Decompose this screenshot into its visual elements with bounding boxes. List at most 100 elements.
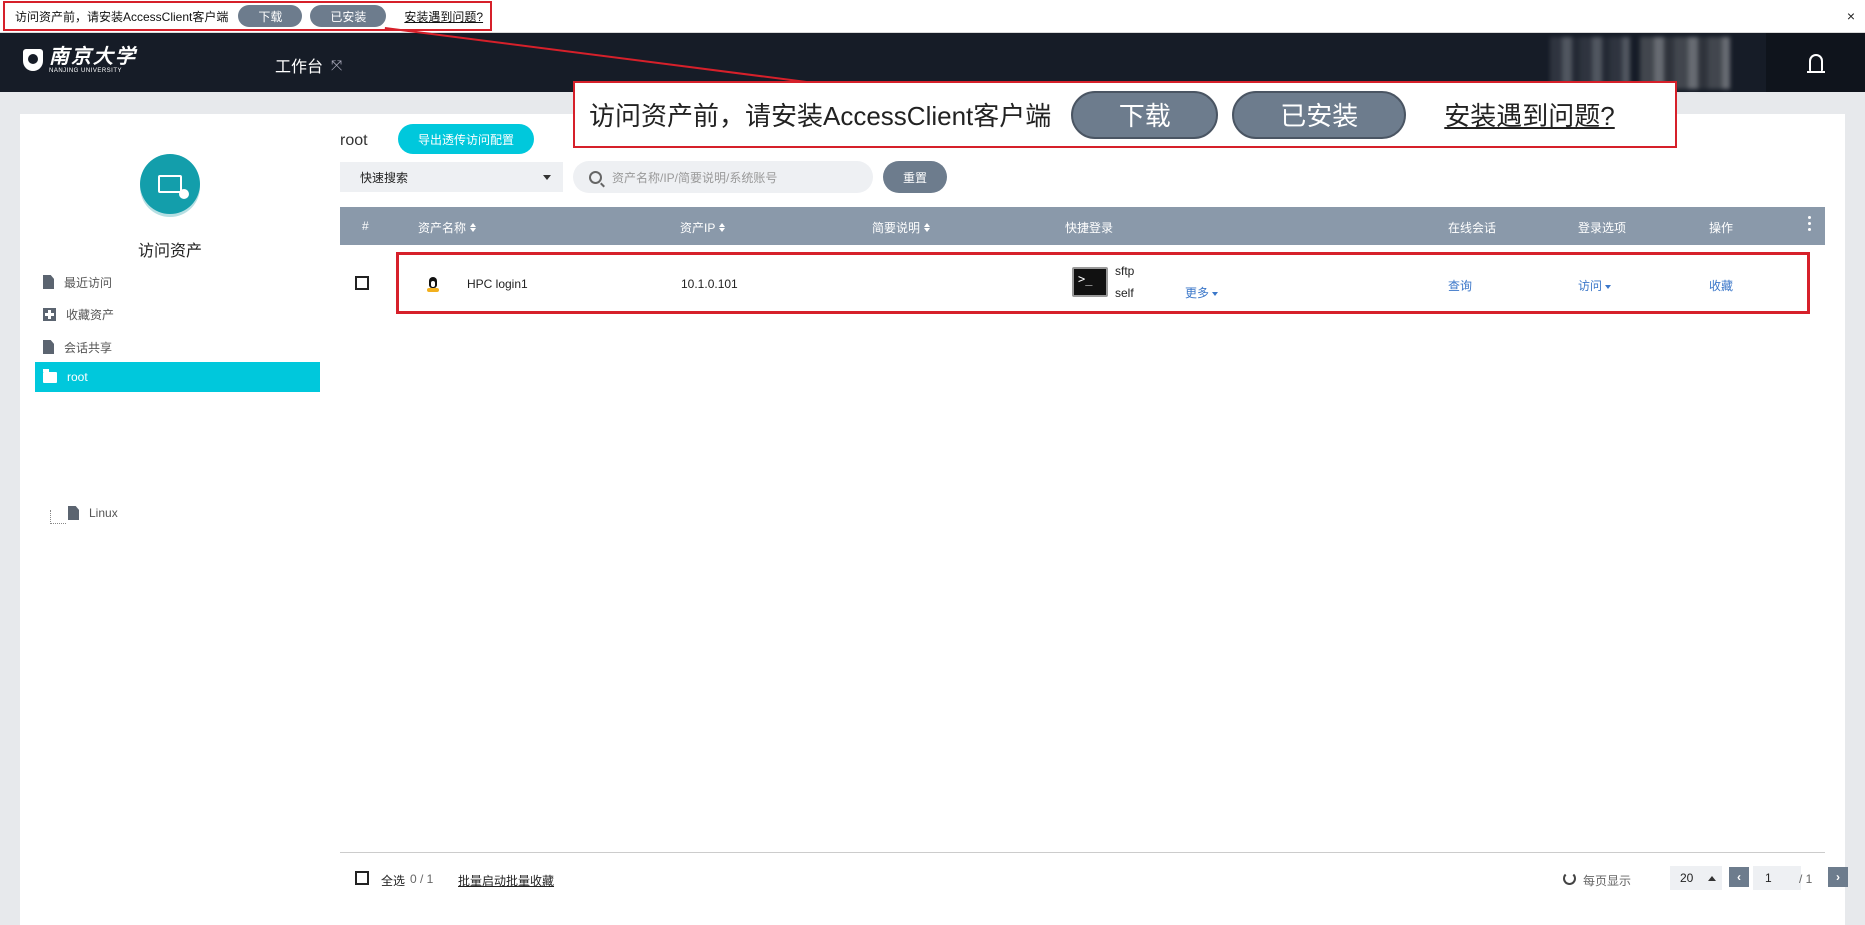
column-name-label: 资产名称 [418, 221, 467, 235]
more-dropdown[interactable]: 更多 [1185, 284, 1219, 301]
notification-button[interactable] [1766, 33, 1865, 92]
installed-button[interactable]: 已安装 [310, 5, 387, 27]
next-page-button[interactable]: › [1828, 867, 1848, 887]
more-label: 更多 [1185, 286, 1210, 300]
column-login-option: 登录选项 [1578, 221, 1627, 235]
per-page-label: 每页显示 [1583, 874, 1632, 888]
asset-name[interactable]: HPC login1 [467, 277, 528, 291]
query-session-link[interactable]: 查询 [1448, 277, 1472, 294]
monitor-icon [158, 175, 189, 199]
refresh-icon[interactable] [1563, 872, 1576, 885]
search-mode-select[interactable]: 快速搜索 [340, 162, 563, 192]
prev-page-button[interactable]: ‹ [1729, 867, 1749, 887]
reset-button[interactable]: 重置 [883, 161, 947, 193]
batch-start-link[interactable]: 批量启动 [458, 872, 506, 889]
more-vertical-icon[interactable] [1808, 216, 1811, 231]
page-size-select[interactable]: 20 [1670, 866, 1722, 890]
column-action: 操作 [1709, 221, 1734, 235]
access-dropdown[interactable]: 访问 [1578, 277, 1612, 294]
sidebar-item-label: 收藏资产 [66, 307, 115, 322]
callout-notice-text: 访问资产前，请安装AccessClient客户端 [589, 101, 1052, 131]
column-quick-login: 快捷登录 [1065, 221, 1114, 235]
select-all-label[interactable]: 全选 [381, 872, 405, 889]
column-desc[interactable]: 简要说明 [872, 219, 931, 236]
callout-download-button: 下载 [1071, 90, 1219, 139]
asset-access-avatar [140, 154, 200, 214]
search-placeholder: 资产名称/IP/简要说明/系统账号 [612, 170, 778, 185]
caret-down-icon [1212, 291, 1219, 296]
callout-problem-link: 安装遇到问题? [1444, 101, 1615, 131]
caret-down-icon [1605, 284, 1612, 289]
quick-login-account[interactable]: self [1115, 286, 1134, 300]
breadcrumb: root [340, 132, 368, 149]
client-install-notice-bar: 访问资产前，请安装AccessClient客户端 下载 已安装 安装遇到问题? … [0, 0, 1865, 33]
select-all-checkbox[interactable] [355, 871, 369, 885]
column-online-session: 在线会话 [1448, 221, 1497, 235]
sidebar-item-session-share[interactable]: 会话共享 [35, 332, 320, 362]
quick-login-protocol[interactable]: sftp [1115, 264, 1134, 278]
search-mode-value: 快速搜索 [360, 170, 409, 185]
export-config-button[interactable]: 导出透传访问配置 [398, 124, 534, 154]
table-row: HPC login1 10.1.0.101 >_ sftp self 更多 查询… [340, 255, 1825, 311]
logo-chinese-text: 南京大学 [49, 44, 137, 68]
expand-arrows-icon: ⤧ [331, 56, 343, 73]
terminal-icon[interactable]: >_ [1072, 267, 1108, 297]
sidebar-item-recent[interactable]: 最近访问 [35, 267, 320, 297]
folder-icon [43, 368, 57, 383]
sort-icon [470, 223, 477, 232]
workbench-menu[interactable]: 工作台 ⤧ [275, 53, 342, 77]
table-footer: 全选 0 / 1 批量启动 批量收藏 每页显示 20 ‹ 1 / 1 › [340, 864, 1848, 894]
footer-divider [340, 852, 1825, 853]
sort-icon [719, 223, 726, 232]
workbench-label: 工作台 [275, 59, 324, 76]
sort-icon [924, 223, 931, 232]
column-index: # [362, 219, 369, 233]
close-icon[interactable]: × [1847, 8, 1855, 24]
asset-ip: 10.1.0.101 [681, 277, 738, 291]
shield-icon [23, 49, 43, 71]
sidebar: 访问资产 最近访问 收藏资产 会话共享 root Linux [20, 114, 320, 925]
download-button[interactable]: 下载 [238, 5, 303, 27]
batch-favorite-link[interactable]: 批量收藏 [506, 872, 554, 889]
document-icon [43, 275, 54, 289]
tree-connector [50, 510, 66, 524]
linux-tux-icon [427, 277, 439, 292]
page-size-value: 20 [1680, 871, 1694, 885]
document-icon [43, 340, 54, 354]
notice-text: 访问资产前，请安装AccessClient客户端 [15, 9, 229, 24]
column-name[interactable]: 资产名称 [418, 219, 477, 236]
plus-square-icon [43, 307, 56, 321]
row-checkbox[interactable] [355, 276, 369, 290]
sidebar-item-root[interactable]: root [35, 362, 320, 392]
callout-installed-button: 已安装 [1232, 90, 1407, 139]
chevron-down-icon [543, 174, 551, 180]
access-label: 访问 [1578, 279, 1603, 293]
install-problem-link[interactable]: 安装遇到问题? [404, 8, 483, 25]
sidebar-item-favorites[interactable]: 收藏资产 [35, 299, 320, 329]
search-input[interactable]: 资产名称/IP/简要说明/系统账号 [573, 161, 873, 193]
sidebar-item-label: root [67, 370, 88, 384]
sidebar-item-label: Linux [89, 506, 118, 520]
bell-icon [1806, 54, 1825, 73]
column-ip-label: 资产IP [680, 221, 716, 235]
total-pages: / 1 [1799, 872, 1813, 886]
column-ip[interactable]: 资产IP [680, 219, 726, 236]
favorite-link[interactable]: 收藏 [1709, 277, 1733, 294]
chevron-up-icon [1708, 875, 1716, 881]
main-panel: root 导出透传访问配置 快速搜索 资产名称/IP/简要说明/系统账号 重置 … [320, 114, 1848, 925]
sidebar-title: 访问资产 [137, 243, 202, 260]
current-page-value: 1 [1765, 871, 1772, 885]
university-logo[interactable]: 南京大学 NANJING UNIVERSITY [23, 46, 137, 74]
sidebar-item-label: 最近访问 [64, 275, 113, 290]
column-desc-label: 简要说明 [872, 221, 921, 235]
search-icon [589, 170, 602, 184]
logo-english-text: NANJING UNIVERSITY [49, 68, 123, 74]
page-number-input[interactable]: 1 [1753, 866, 1801, 890]
notice-highlight-box: 访问资产前，请安装AccessClient客户端 下载 已安装 安装遇到问题? [3, 1, 492, 31]
table-header: # 资产名称 资产IP 简要说明 快捷登录 在线会话 登录选项 操作 [340, 207, 1825, 245]
sidebar-item-linux[interactable]: Linux [68, 506, 118, 520]
sidebar-item-label: 会话共享 [64, 340, 113, 355]
document-icon [68, 506, 79, 520]
selection-count: 0 / 1 [410, 872, 434, 886]
notice-zoom-callout: 访问资产前，请安装AccessClient客户端 下载 已安装 安装遇到问题? [573, 81, 1677, 148]
